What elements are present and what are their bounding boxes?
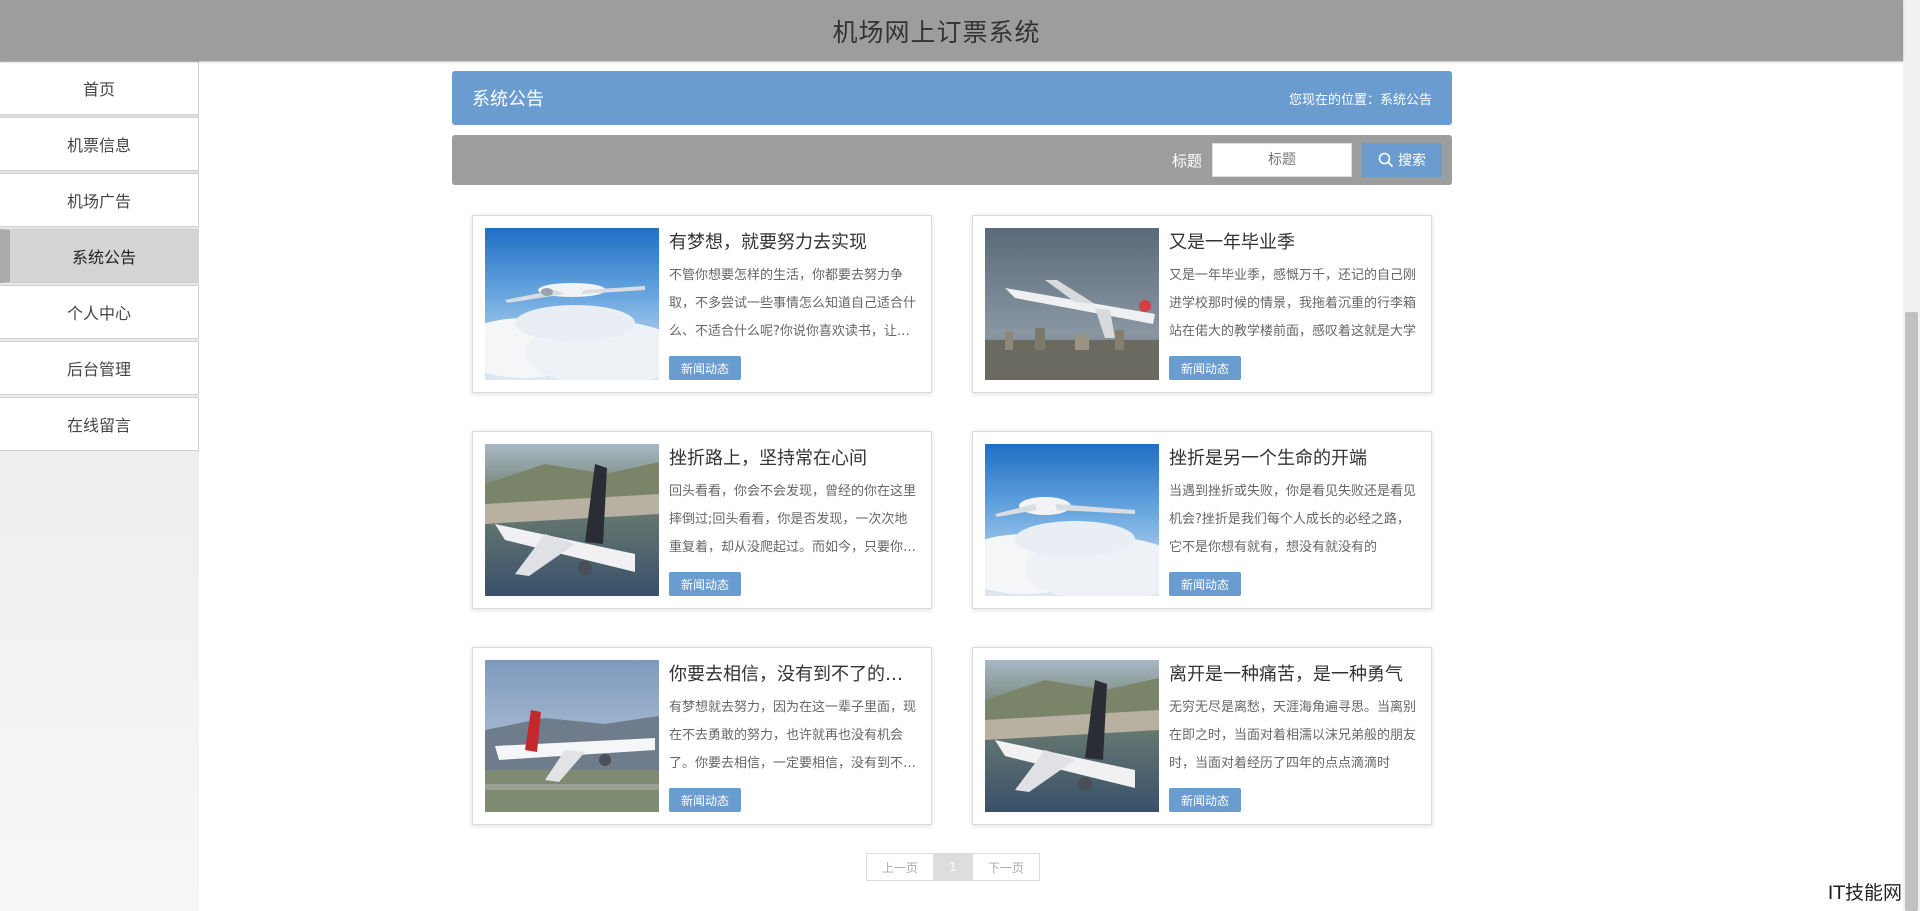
panel-header: 系统公告 您现在的位置：系统公告 [452, 71, 1452, 125]
announcement-card[interactable]: 挫折路上，坚持常在心间 回头看看，你会不会发现，曾经的你在这里摔倒过;回头看看，… [472, 431, 932, 609]
card-image [985, 444, 1159, 596]
breadcrumb: 您现在的位置：系统公告 [1288, 92, 1432, 108]
search-button-label: 搜索 [1398, 153, 1426, 169]
sidebar-item-tickets[interactable]: 机票信息 [0, 117, 199, 171]
card-tag[interactable]: 新闻动态 [1169, 356, 1241, 380]
card-title[interactable]: 挫折是另一个生命的开端 [1169, 444, 1419, 470]
page-number-current[interactable]: 1 [934, 853, 972, 881]
next-page-button[interactable]: 下一页 [972, 853, 1040, 881]
card-description: 回头看看，你会不会发现，曾经的你在这里摔倒过;回头看看，你是否发现，一次次地重复… [669, 484, 917, 555]
scrollbar-thumb[interactable] [1905, 312, 1918, 911]
sidebar-item-announcements[interactable]: 系统公告 [0, 229, 199, 283]
announcement-card[interactable]: 又是一年毕业季 又是一年毕业季，感慨万千，还记的自己刚进学校那时候的情景，我拖着… [972, 215, 1432, 393]
main-content: 系统公告 您现在的位置：系统公告 标题 搜索 有梦想，就要努力去实现 不管你想要… [452, 71, 1452, 825]
sidebar-item-home[interactable]: 首页 [0, 61, 199, 115]
card-tag[interactable]: 新闻动态 [669, 572, 741, 596]
card-tag[interactable]: 新闻动态 [1169, 572, 1241, 596]
card-image [485, 228, 659, 380]
search-label: 标题 [1171, 151, 1202, 170]
card-title[interactable]: 又是一年毕业季 [1169, 228, 1419, 254]
sidebar: 首页 机票信息 机场广告 系统公告 个人中心 后台管理 在线留言 [0, 61, 199, 911]
search-button[interactable]: 搜索 [1362, 143, 1442, 177]
watermark: IT技能网 [1827, 882, 1902, 904]
card-title[interactable]: 离开是一种痛苦，是一种勇气 [1169, 660, 1419, 686]
card-description: 无穷无尽是离愁，天涯海角遍寻思。当离别在即之时，当面对着相濡以沫兄弟般的朋友时，… [1169, 700, 1417, 771]
sidebar-item-ads[interactable]: 机场广告 [0, 173, 199, 227]
search-bar: 标题 搜索 [452, 135, 1452, 185]
panel-title: 系统公告 [472, 89, 544, 110]
sidebar-nav: 首页 机票信息 机场广告 系统公告 个人中心 后台管理 在线留言 [0, 61, 199, 451]
card-title[interactable]: 你要去相信，没有到不了的明天 [669, 660, 919, 686]
card-tag[interactable]: 新闻动态 [669, 356, 741, 380]
card-title[interactable]: 挫折路上，坚持常在心间 [669, 444, 919, 470]
site-title: 机场网上订票系统 [832, 17, 1041, 47]
card-image [985, 660, 1159, 812]
card-description: 有梦想就去努力，因为在这一辈子里面，现在不去勇敢的努力，也许就再也没有机会了。你… [669, 700, 917, 771]
sidebar-item-messages[interactable]: 在线留言 [0, 397, 199, 451]
card-title[interactable]: 有梦想，就要努力去实现 [669, 228, 919, 254]
sidebar-item-admin[interactable]: 后台管理 [0, 341, 199, 395]
search-icon [1378, 152, 1394, 168]
prev-page-button[interactable]: 上一页 [866, 853, 934, 881]
card-tag[interactable]: 新闻动态 [669, 788, 741, 812]
sidebar-item-profile[interactable]: 个人中心 [0, 285, 199, 339]
announcement-card[interactable]: 离开是一种痛苦，是一种勇气 无穷无尽是离愁，天涯海角遍寻思。当离别在即之时，当面… [972, 647, 1432, 825]
announcement-card[interactable]: 有梦想，就要努力去实现 不管你想要怎样的生活，你都要去努力争取，不多尝试一些事情… [472, 215, 932, 393]
card-image [485, 444, 659, 596]
card-description: 不管你想要怎样的生活，你都要去努力争取，不多尝试一些事情怎么知道自己适合什么、不… [669, 268, 917, 339]
announcement-card[interactable]: 你要去相信，没有到不了的明天 有梦想就去努力，因为在这一辈子里面，现在不去勇敢的… [472, 647, 932, 825]
card-tag[interactable]: 新闻动态 [1169, 788, 1241, 812]
vertical-scrollbar[interactable] [1903, 0, 1920, 911]
pagination: 上一页 1 下一页 [866, 853, 1040, 881]
card-image [485, 660, 659, 812]
search-input[interactable] [1212, 143, 1352, 177]
card-image [985, 228, 1159, 380]
card-description: 又是一年毕业季，感慨万千，还记的自己刚进学校那时候的情景，我拖着沉重的行李箱站在… [1169, 268, 1417, 339]
top-header: 机场网上订票系统 [0, 0, 1903, 61]
announcement-card[interactable]: 挫折是另一个生命的开端 当遇到挫折或失败，你是看见失败还是看见机会?挫折是我们每… [972, 431, 1432, 609]
announcement-grid: 有梦想，就要努力去实现 不管你想要怎样的生活，你都要去努力争取，不多尝试一些事情… [452, 215, 1452, 825]
card-description: 当遇到挫折或失败，你是看见失败还是看见机会?挫折是我们每个人成长的必经之路，它不… [1169, 484, 1417, 555]
